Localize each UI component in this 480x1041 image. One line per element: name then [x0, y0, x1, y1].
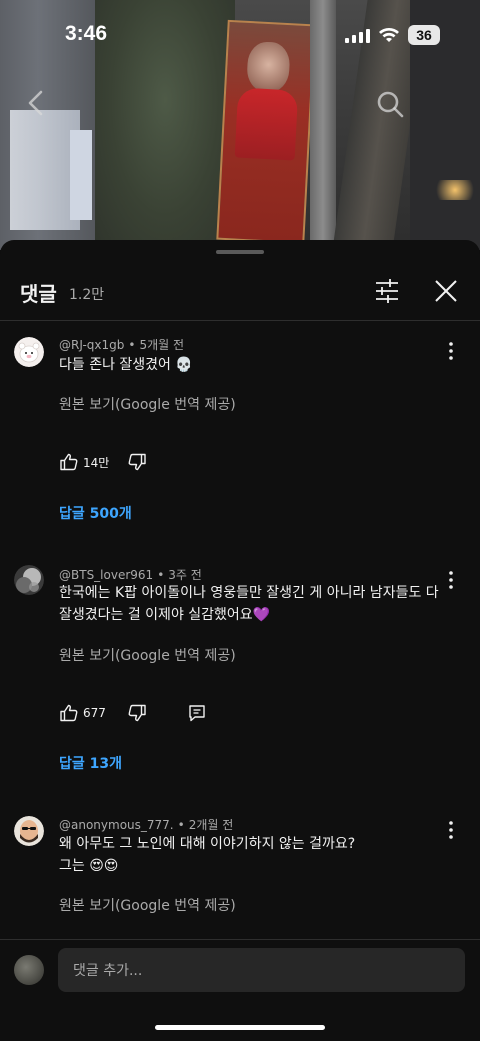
- avatar[interactable]: [14, 816, 44, 846]
- comment-meta: @RJ-qx1gb • 5개월 전: [59, 338, 185, 352]
- comment-actions: 14만: [59, 450, 147, 474]
- comment-author[interactable]: @anonymous_777.: [59, 818, 174, 832]
- avatar[interactable]: [14, 337, 44, 367]
- comments-header: 댓글 1.2만: [0, 260, 480, 320]
- my-avatar: [14, 955, 44, 985]
- comment-time: 3주 전: [168, 568, 202, 582]
- dislike-icon[interactable]: [127, 452, 147, 472]
- status-time: 3:46: [65, 22, 108, 45]
- reply-icon[interactable]: [187, 703, 207, 723]
- battery-icon: 36: [408, 25, 440, 45]
- back-icon[interactable]: [22, 88, 52, 118]
- replies-button[interactable]: 답글 13개: [59, 753, 122, 773]
- replies-button[interactable]: 답글 500개: [59, 503, 132, 523]
- like-count: 677: [83, 706, 106, 720]
- wifi-icon: [379, 28, 399, 42]
- more-options-icon[interactable]: [440, 569, 462, 591]
- more-options-icon[interactable]: [440, 819, 462, 841]
- comment-text: 왜 아무도 그 노인에 대해 이야기하지 않는 걸까요? 그는 😍😍: [59, 833, 439, 877]
- cellular-signal-icon: [345, 27, 370, 43]
- see-original-link[interactable]: 원본 보기(Google 번역 제공): [59, 895, 236, 915]
- comment-item: @BTS_lover961 • 3주 전 한국에는 K팝 아이돌이나 영웅들만 잘생…: [0, 563, 480, 773]
- comment-author[interactable]: @RJ-qx1gb: [59, 338, 124, 352]
- like-icon[interactable]: [59, 452, 79, 472]
- like-icon[interactable]: [59, 703, 79, 723]
- comments-title: 댓글: [20, 282, 57, 306]
- comment-item: @anonymous_777. • 2개월 전 왜 아무도 그 노인에 대해 이야기…: [0, 814, 480, 924]
- header-divider: [0, 320, 480, 321]
- comment-meta: @anonymous_777. • 2개월 전: [59, 818, 234, 832]
- comment-meta: @BTS_lover961 • 3주 전: [59, 568, 202, 582]
- comment-time: 5개월 전: [139, 338, 185, 352]
- comment-actions: 677: [59, 701, 207, 725]
- comment-text: 다들 존나 잘생겼어 💀: [59, 357, 193, 373]
- home-indicator[interactable]: [155, 1025, 325, 1030]
- like-count: 14만: [83, 455, 110, 470]
- close-icon[interactable]: [433, 278, 459, 304]
- add-comment-input[interactable]: 댓글 추가...: [58, 948, 465, 992]
- comments-count: 1.2만: [69, 287, 105, 303]
- dislike-icon[interactable]: [127, 703, 147, 723]
- comment-composer: 댓글 추가...: [0, 940, 480, 1041]
- more-options-icon[interactable]: [440, 340, 462, 362]
- comment-text-line: 왜 아무도 그 노인에 대해 이야기하지 않는 걸까요?: [59, 836, 356, 852]
- comment-text: 한국에는 K팝 아이돌이나 영웅들만 잘생긴 게 아니라 남자들도 다 잘생겼다…: [59, 585, 439, 623]
- comment-time: 2개월 전: [188, 818, 234, 832]
- see-original-link[interactable]: 원본 보기(Google 번역 제공): [59, 645, 236, 665]
- filter-icon[interactable]: [374, 278, 400, 304]
- status-bar: 3:46 36: [0, 0, 480, 70]
- comment-item: @RJ-qx1gb • 5개월 전 다들 존나 잘생겼어 💀 원본 보기(Googl…: [0, 332, 480, 532]
- comment-text-line: 그는 😍😍: [59, 858, 119, 874]
- drag-handle[interactable]: [216, 250, 264, 254]
- see-original-link[interactable]: 원본 보기(Google 번역 제공): [59, 394, 236, 414]
- search-icon[interactable]: [374, 88, 406, 120]
- avatar[interactable]: [14, 565, 44, 595]
- status-icons: 36: [345, 25, 440, 45]
- comment-author[interactable]: @BTS_lover961: [59, 568, 153, 582]
